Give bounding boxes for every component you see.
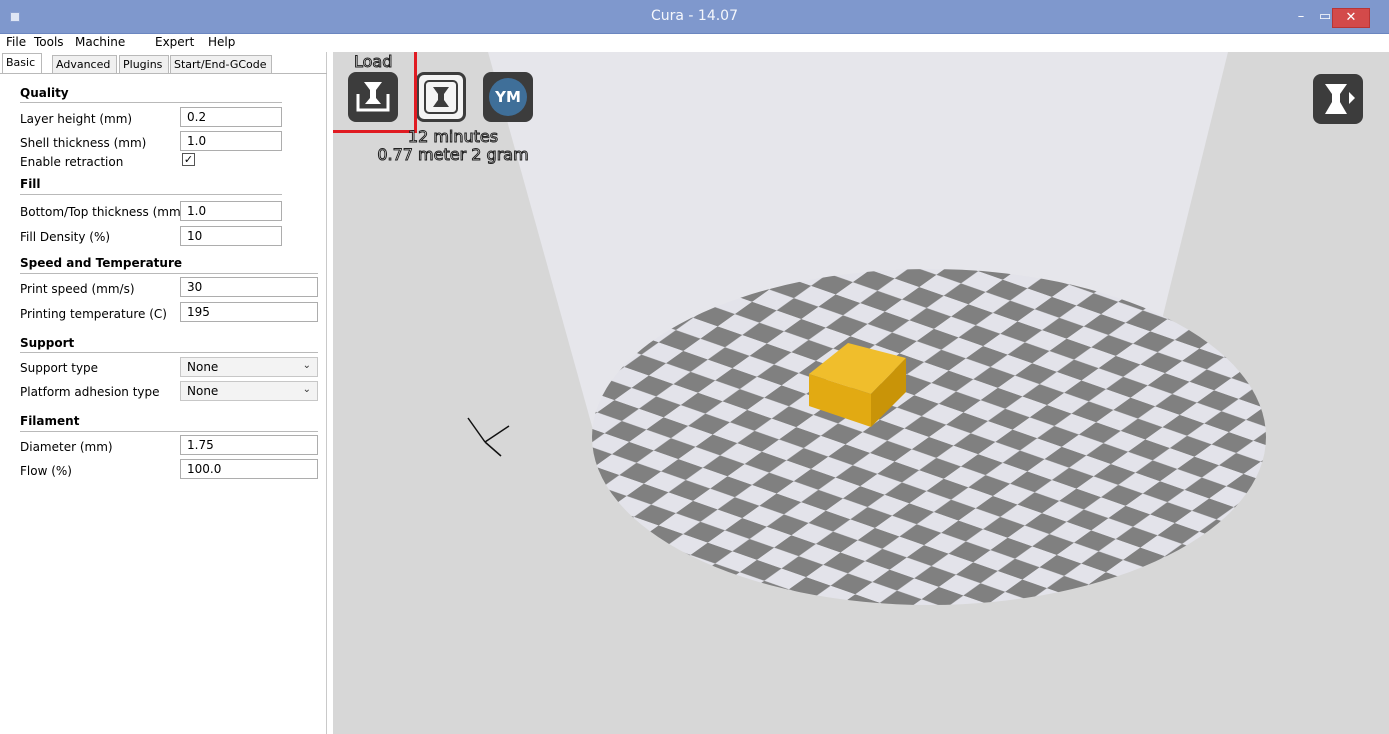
build-plate bbox=[592, 269, 1266, 605]
diameter-label: Diameter (mm) bbox=[20, 440, 113, 454]
shell-thickness-label: Shell thickness (mm) bbox=[20, 136, 147, 150]
section-fill-title: Fill bbox=[20, 177, 41, 191]
section-support-title: Support bbox=[20, 336, 75, 350]
minimize-button[interactable]: – bbox=[1289, 8, 1313, 28]
tab-plugins[interactable]: Plugins bbox=[119, 55, 169, 74]
chevron-down-icon: ⌄ bbox=[302, 360, 311, 371]
fill-density-label: Fill Density (%) bbox=[20, 230, 111, 244]
chevron-down-icon: ⌄ bbox=[302, 384, 311, 395]
section-divider bbox=[20, 273, 318, 274]
axis-indicator bbox=[467, 417, 510, 457]
platform-adhesion-value: None bbox=[187, 384, 219, 398]
view-mode-button[interactable] bbox=[1313, 74, 1363, 124]
flow-label: Flow (%) bbox=[20, 464, 72, 478]
youmagine-icon: YM bbox=[489, 78, 527, 116]
flow-input[interactable]: 100.0 bbox=[180, 459, 318, 479]
load-highlight-box bbox=[333, 52, 417, 133]
layer-height-label: Layer height (mm) bbox=[20, 112, 133, 126]
settings-panel: Basic Advanced Plugins Start/End-GCode Q… bbox=[0, 52, 327, 734]
enable-retraction-label: Enable retraction bbox=[20, 155, 124, 169]
menu-expert[interactable]: Expert bbox=[155, 35, 194, 49]
print-time-text: 12 minutes bbox=[407, 127, 499, 147]
material-usage-text: 0.77 meter 2 gram bbox=[377, 145, 529, 165]
support-type-select[interactable]: None ⌄ bbox=[180, 357, 318, 377]
section-speed-title: Speed and Temperature bbox=[20, 256, 182, 270]
print-icon bbox=[424, 80, 458, 114]
close-button[interactable]: ✕ bbox=[1332, 8, 1370, 28]
print-speed-input[interactable]: 30 bbox=[180, 277, 318, 297]
tab-start-end-gcode[interactable]: Start/End-GCode bbox=[170, 55, 272, 74]
title-bar: Cura - 14.07 – ▭ ✕ bbox=[0, 0, 1389, 34]
menu-machine[interactable]: Machine bbox=[75, 35, 125, 49]
enable-retraction-checkbox[interactable]: ✓ bbox=[182, 153, 195, 166]
view-mode-icon bbox=[1325, 84, 1355, 114]
section-filament-title: Filament bbox=[20, 414, 80, 428]
window-title: Cura - 14.07 bbox=[650, 8, 738, 24]
diameter-input[interactable]: 1.75 bbox=[180, 435, 318, 455]
menu-help[interactable]: Help bbox=[208, 35, 235, 49]
section-divider bbox=[20, 102, 282, 103]
shell-thickness-input[interactable]: 1.0 bbox=[180, 131, 282, 151]
section-quality-title: Quality bbox=[20, 86, 69, 100]
section-divider bbox=[20, 352, 318, 353]
layer-height-input[interactable]: 0.2 bbox=[180, 107, 282, 127]
menu-file[interactable]: File bbox=[6, 35, 26, 49]
printing-temperature-input[interactable]: 195 bbox=[180, 302, 318, 322]
tab-basic[interactable]: Basic bbox=[2, 53, 42, 74]
bottom-top-thickness-input[interactable]: 1.0 bbox=[180, 201, 282, 221]
section-divider bbox=[20, 194, 282, 195]
menu-bar: File Tools Machine Expert Help bbox=[0, 34, 1389, 52]
printing-temperature-label: Printing temperature (C) bbox=[20, 307, 167, 321]
platform-adhesion-select[interactable]: None ⌄ bbox=[180, 381, 318, 401]
settings-tabs: Basic Advanced Plugins Start/End-GCode bbox=[0, 53, 327, 74]
3d-viewport[interactable]: YM Load 12 minutes 0.77 meter 2 gram bbox=[333, 52, 1389, 734]
section-divider bbox=[20, 431, 318, 432]
menu-tools[interactable]: Tools bbox=[34, 35, 64, 49]
support-type-label: Support type bbox=[20, 361, 99, 375]
support-type-value: None bbox=[187, 360, 219, 374]
platform-adhesion-label: Platform adhesion type bbox=[20, 385, 160, 399]
print-button[interactable] bbox=[416, 72, 466, 122]
bottom-top-thickness-label: Bottom/Top thickness (mm) bbox=[20, 205, 186, 219]
fill-density-input[interactable]: 10 bbox=[180, 226, 282, 246]
youmagine-button[interactable]: YM bbox=[483, 72, 533, 122]
print-speed-label: Print speed (mm/s) bbox=[20, 282, 135, 296]
tab-divider bbox=[0, 73, 327, 74]
tab-advanced[interactable]: Advanced bbox=[52, 55, 117, 74]
